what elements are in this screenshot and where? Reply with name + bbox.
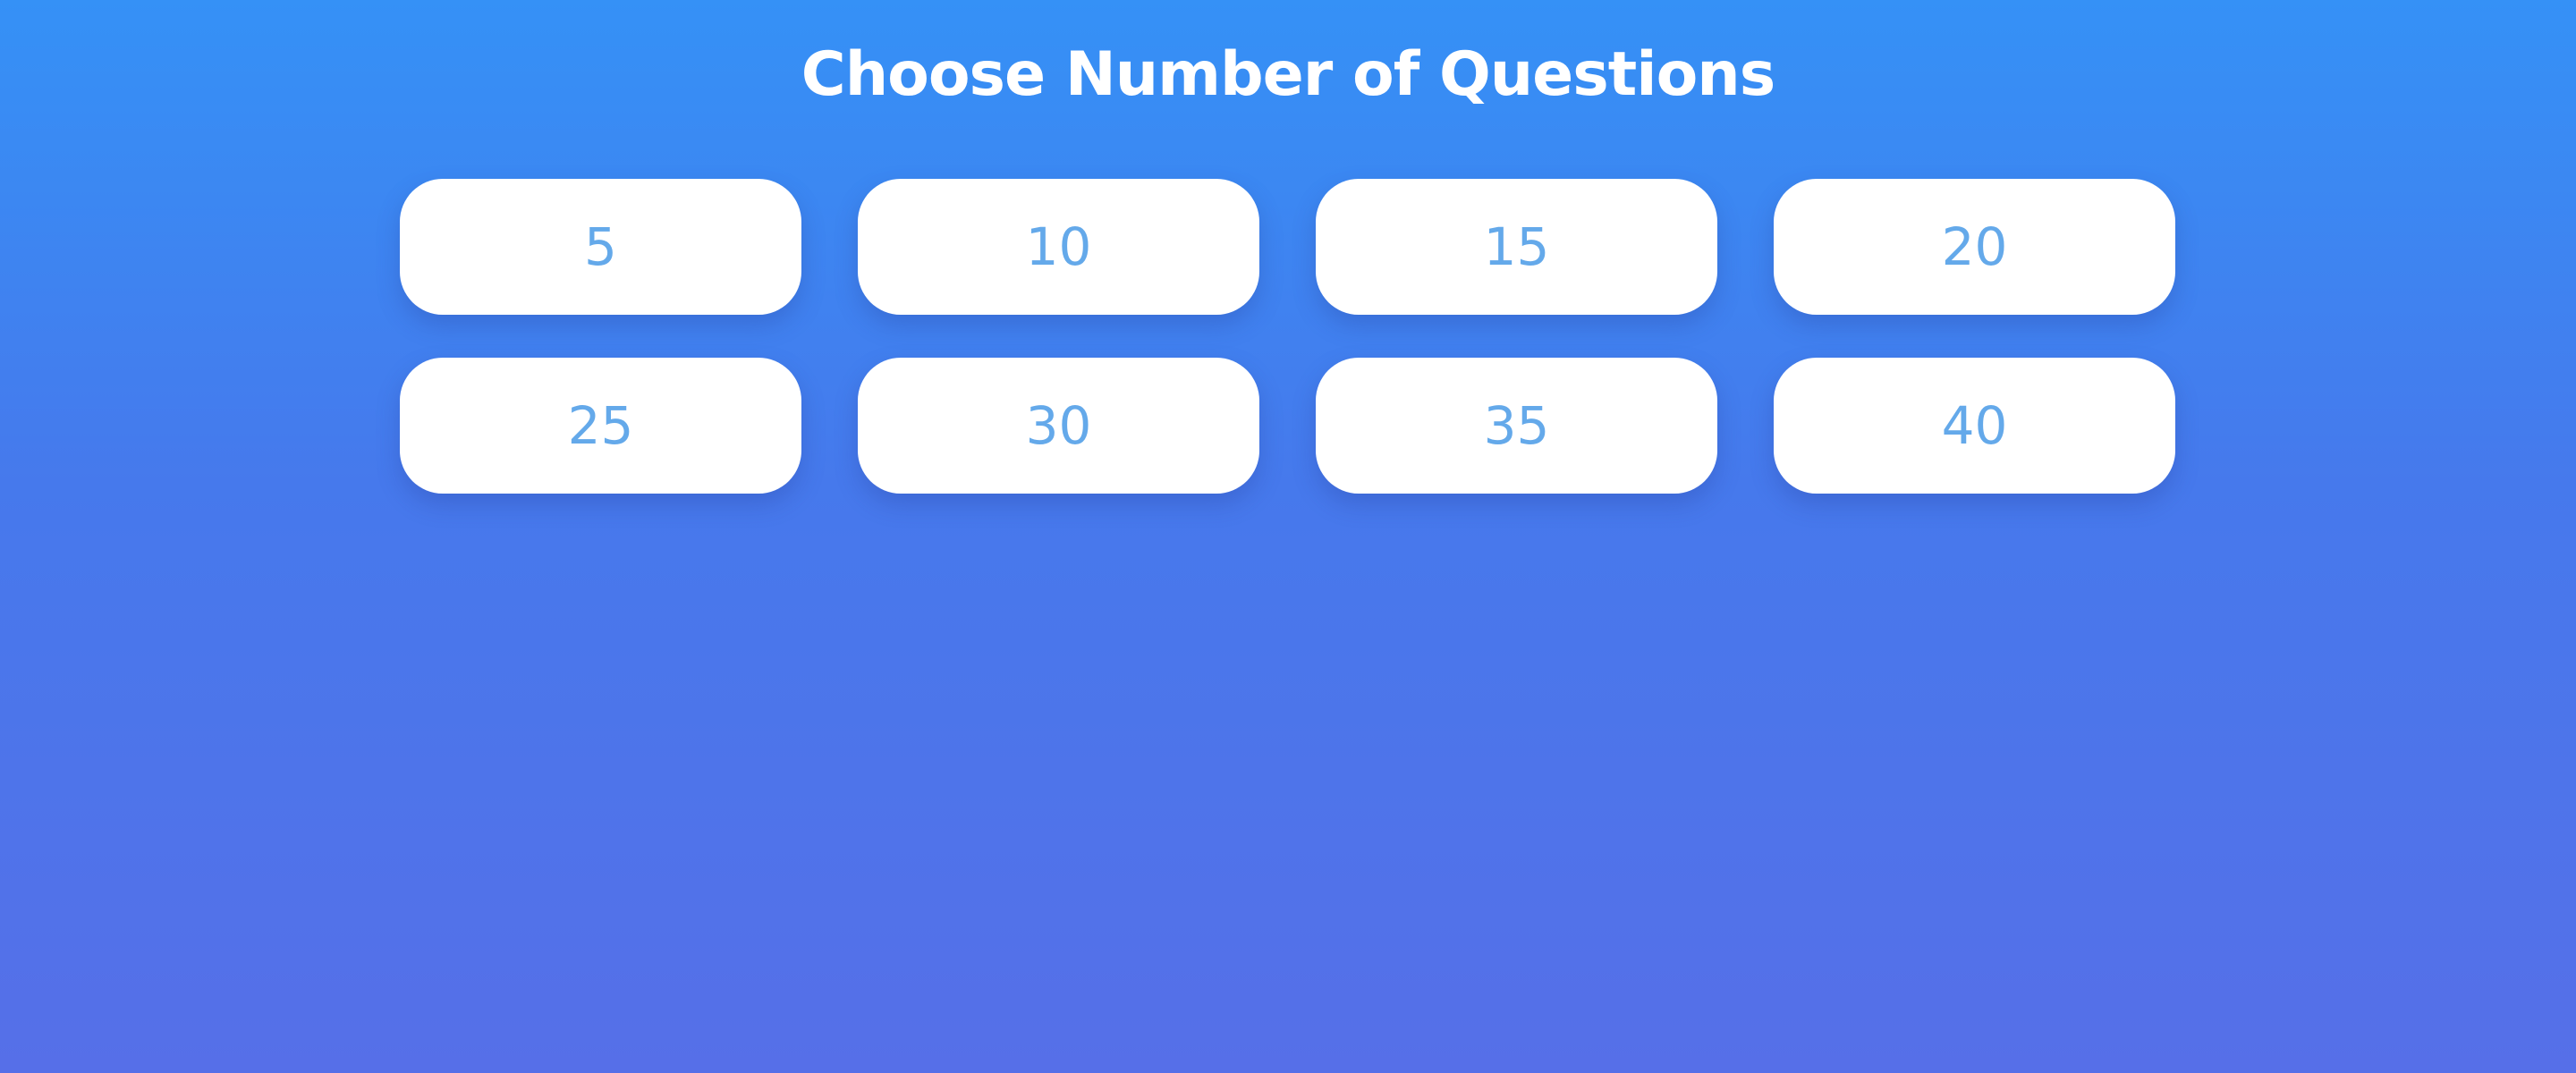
question-count-40-button[interactable]: 40 bbox=[1774, 358, 2175, 494]
question-count-15-button[interactable]: 15 bbox=[1316, 179, 1717, 315]
question-count-20-button[interactable]: 20 bbox=[1774, 179, 2175, 315]
question-count-options: 5 10 15 20 25 30 35 40 bbox=[400, 179, 2176, 494]
question-count-25-button[interactable]: 25 bbox=[400, 358, 801, 494]
question-count-30-button[interactable]: 30 bbox=[858, 358, 1259, 494]
question-count-5-button[interactable]: 5 bbox=[400, 179, 801, 315]
page-title: Choose Number of Questions bbox=[801, 39, 1775, 110]
question-count-35-button[interactable]: 35 bbox=[1316, 358, 1717, 494]
question-count-10-button[interactable]: 10 bbox=[858, 179, 1259, 315]
question-count-screen: Choose Number of Questions 5 10 15 20 25… bbox=[0, 0, 2576, 1073]
